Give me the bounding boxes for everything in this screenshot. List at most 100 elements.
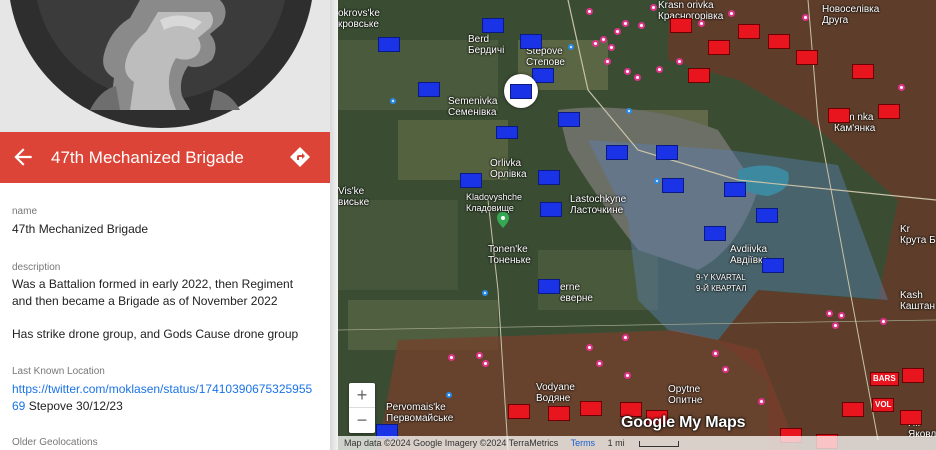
- position-marker-blue[interactable]: [568, 44, 574, 50]
- terms-link[interactable]: Terms: [571, 438, 596, 448]
- ukrainian-unit-marker[interactable]: [540, 202, 562, 217]
- russian-unit-bars-label[interactable]: BARS: [870, 372, 899, 386]
- map-pin-icon[interactable]: [497, 212, 509, 228]
- google-my-maps-logo: Google My Maps: [621, 414, 746, 431]
- ukrainian-unit-marker[interactable]: [662, 178, 684, 193]
- position-marker-pink[interactable]: [826, 310, 833, 317]
- panel-title: 47th Mechanized Brigade: [51, 148, 244, 167]
- name-label: name: [12, 206, 38, 217]
- position-marker-pink[interactable]: [650, 4, 657, 11]
- position-marker-pink[interactable]: [722, 366, 729, 373]
- ukrainian-unit-marker[interactable]: [496, 126, 518, 139]
- position-marker-blue[interactable]: [446, 392, 452, 398]
- position-marker-pink[interactable]: [586, 8, 593, 15]
- russian-unit-marker[interactable]: [580, 401, 602, 416]
- ukrainian-unit-marker[interactable]: [482, 18, 504, 33]
- scale-label: 1 mi: [607, 438, 625, 448]
- knight-chess-piece-emblem: [90, 0, 240, 110]
- position-marker-pink[interactable]: [676, 58, 683, 65]
- position-marker-pink[interactable]: [624, 68, 631, 75]
- position-marker-pink[interactable]: [592, 40, 599, 47]
- scale-bar: [638, 440, 679, 447]
- position-marker-pink[interactable]: [638, 22, 645, 29]
- russian-unit-marker[interactable]: [902, 368, 924, 383]
- ukrainian-unit-marker[interactable]: [724, 182, 746, 197]
- ukrainian-unit-marker[interactable]: [558, 112, 580, 127]
- brigade-emblem-image: [0, 0, 330, 132]
- ukrainian-unit-marker[interactable]: [532, 68, 554, 83]
- position-marker-blue[interactable]: [390, 98, 396, 104]
- arrow-left-icon[interactable]: [10, 144, 36, 170]
- panel-header: 47th Mechanized Brigade: [0, 132, 330, 183]
- russian-unit-marker[interactable]: [852, 64, 874, 79]
- zoom-control: + −: [349, 383, 375, 433]
- attribution-text: Map data ©2024 Google Imagery ©2024 Terr…: [344, 438, 559, 448]
- russian-unit-marker[interactable]: [688, 68, 710, 83]
- location-suffix: Stepove 30/12/23: [25, 399, 123, 413]
- ukrainian-unit-marker[interactable]: [538, 279, 560, 294]
- position-marker-pink[interactable]: [622, 334, 629, 341]
- russian-unit-marker[interactable]: [768, 34, 790, 49]
- position-marker-blue[interactable]: [654, 178, 660, 184]
- ukrainian-unit-marker[interactable]: [520, 34, 542, 49]
- position-marker-pink[interactable]: [600, 36, 607, 43]
- position-marker-pink[interactable]: [482, 360, 489, 367]
- russian-unit-marker[interactable]: [738, 24, 760, 39]
- ukrainian-unit-marker[interactable]: [704, 226, 726, 241]
- position-marker-pink[interactable]: [880, 318, 887, 325]
- position-marker-pink[interactable]: [634, 74, 641, 81]
- russian-unit-marker[interactable]: [900, 410, 922, 425]
- ukrainian-unit-marker[interactable]: [606, 145, 628, 160]
- russian-unit-marker[interactable]: [670, 18, 692, 33]
- position-marker-pink[interactable]: [838, 312, 845, 319]
- directions-icon[interactable]: [288, 145, 312, 169]
- ukrainian-unit-marker[interactable]: [378, 37, 400, 52]
- position-marker-pink[interactable]: [604, 58, 611, 65]
- position-marker-pink[interactable]: [802, 14, 809, 21]
- map-terrain: [338, 0, 936, 450]
- description-text-2: Has strike drone group, and Gods Cause d…: [12, 327, 299, 341]
- position-marker-pink[interactable]: [608, 44, 615, 51]
- russian-unit-marker[interactable]: [508, 404, 530, 419]
- position-marker-pink[interactable]: [698, 20, 705, 27]
- ukrainian-unit-marker[interactable]: [418, 82, 440, 97]
- position-marker-pink[interactable]: [712, 350, 719, 357]
- zoom-out-button[interactable]: −: [349, 408, 375, 433]
- position-marker-pink[interactable]: [614, 28, 621, 35]
- position-marker-pink[interactable]: [832, 322, 839, 329]
- position-marker-pink[interactable]: [656, 66, 663, 73]
- position-marker-pink[interactable]: [622, 20, 629, 27]
- map-canvas[interactable]: okrovs'ke кровське Berd Бердичі Stepove Сте…: [338, 0, 936, 450]
- description-text: Was a Battalion formed in early 2022, th…: [12, 277, 294, 308]
- ukrainian-unit-marker[interactable]: [460, 173, 482, 188]
- russian-unit-marker[interactable]: [708, 40, 730, 55]
- position-marker-pink[interactable]: [476, 352, 483, 359]
- position-marker-blue[interactable]: [482, 290, 488, 296]
- ukrainian-unit-marker[interactable]: [756, 208, 778, 223]
- selected-unit-symbol: [510, 84, 532, 99]
- last-known-location-value: https://twitter.com/moklasen/status/1741…: [12, 381, 317, 415]
- position-marker-pink[interactable]: [758, 398, 765, 405]
- russian-unit-marker[interactable]: [828, 108, 850, 123]
- position-marker-pink[interactable]: [448, 354, 455, 361]
- ukrainian-unit-marker[interactable]: [762, 258, 784, 273]
- zoom-in-button[interactable]: +: [349, 383, 375, 408]
- russian-unit-marker[interactable]: [878, 104, 900, 119]
- russian-unit-vol-label[interactable]: VOL: [872, 398, 895, 412]
- ukrainian-unit-marker[interactable]: [656, 145, 678, 160]
- selected-unit-marker[interactable]: [504, 74, 538, 108]
- position-marker-pink[interactable]: [596, 360, 603, 367]
- older-geolocations-label: Older Geolocations: [12, 437, 98, 448]
- position-marker-pink[interactable]: [728, 10, 735, 17]
- position-marker-pink[interactable]: [586, 344, 593, 351]
- position-marker-pink[interactable]: [624, 372, 631, 379]
- position-marker-pink[interactable]: [898, 84, 905, 91]
- russian-unit-marker[interactable]: [796, 50, 818, 65]
- position-marker-blue[interactable]: [626, 108, 632, 114]
- map-attribution: Map data ©2024 Google Imagery ©2024 Terr…: [338, 436, 936, 450]
- panel-divider[interactable]: [330, 0, 338, 450]
- ukrainian-unit-marker[interactable]: [538, 170, 560, 185]
- russian-unit-marker[interactable]: [548, 406, 570, 421]
- name-value: 47th Mechanized Brigade: [12, 222, 149, 236]
- russian-unit-marker[interactable]: [842, 402, 864, 417]
